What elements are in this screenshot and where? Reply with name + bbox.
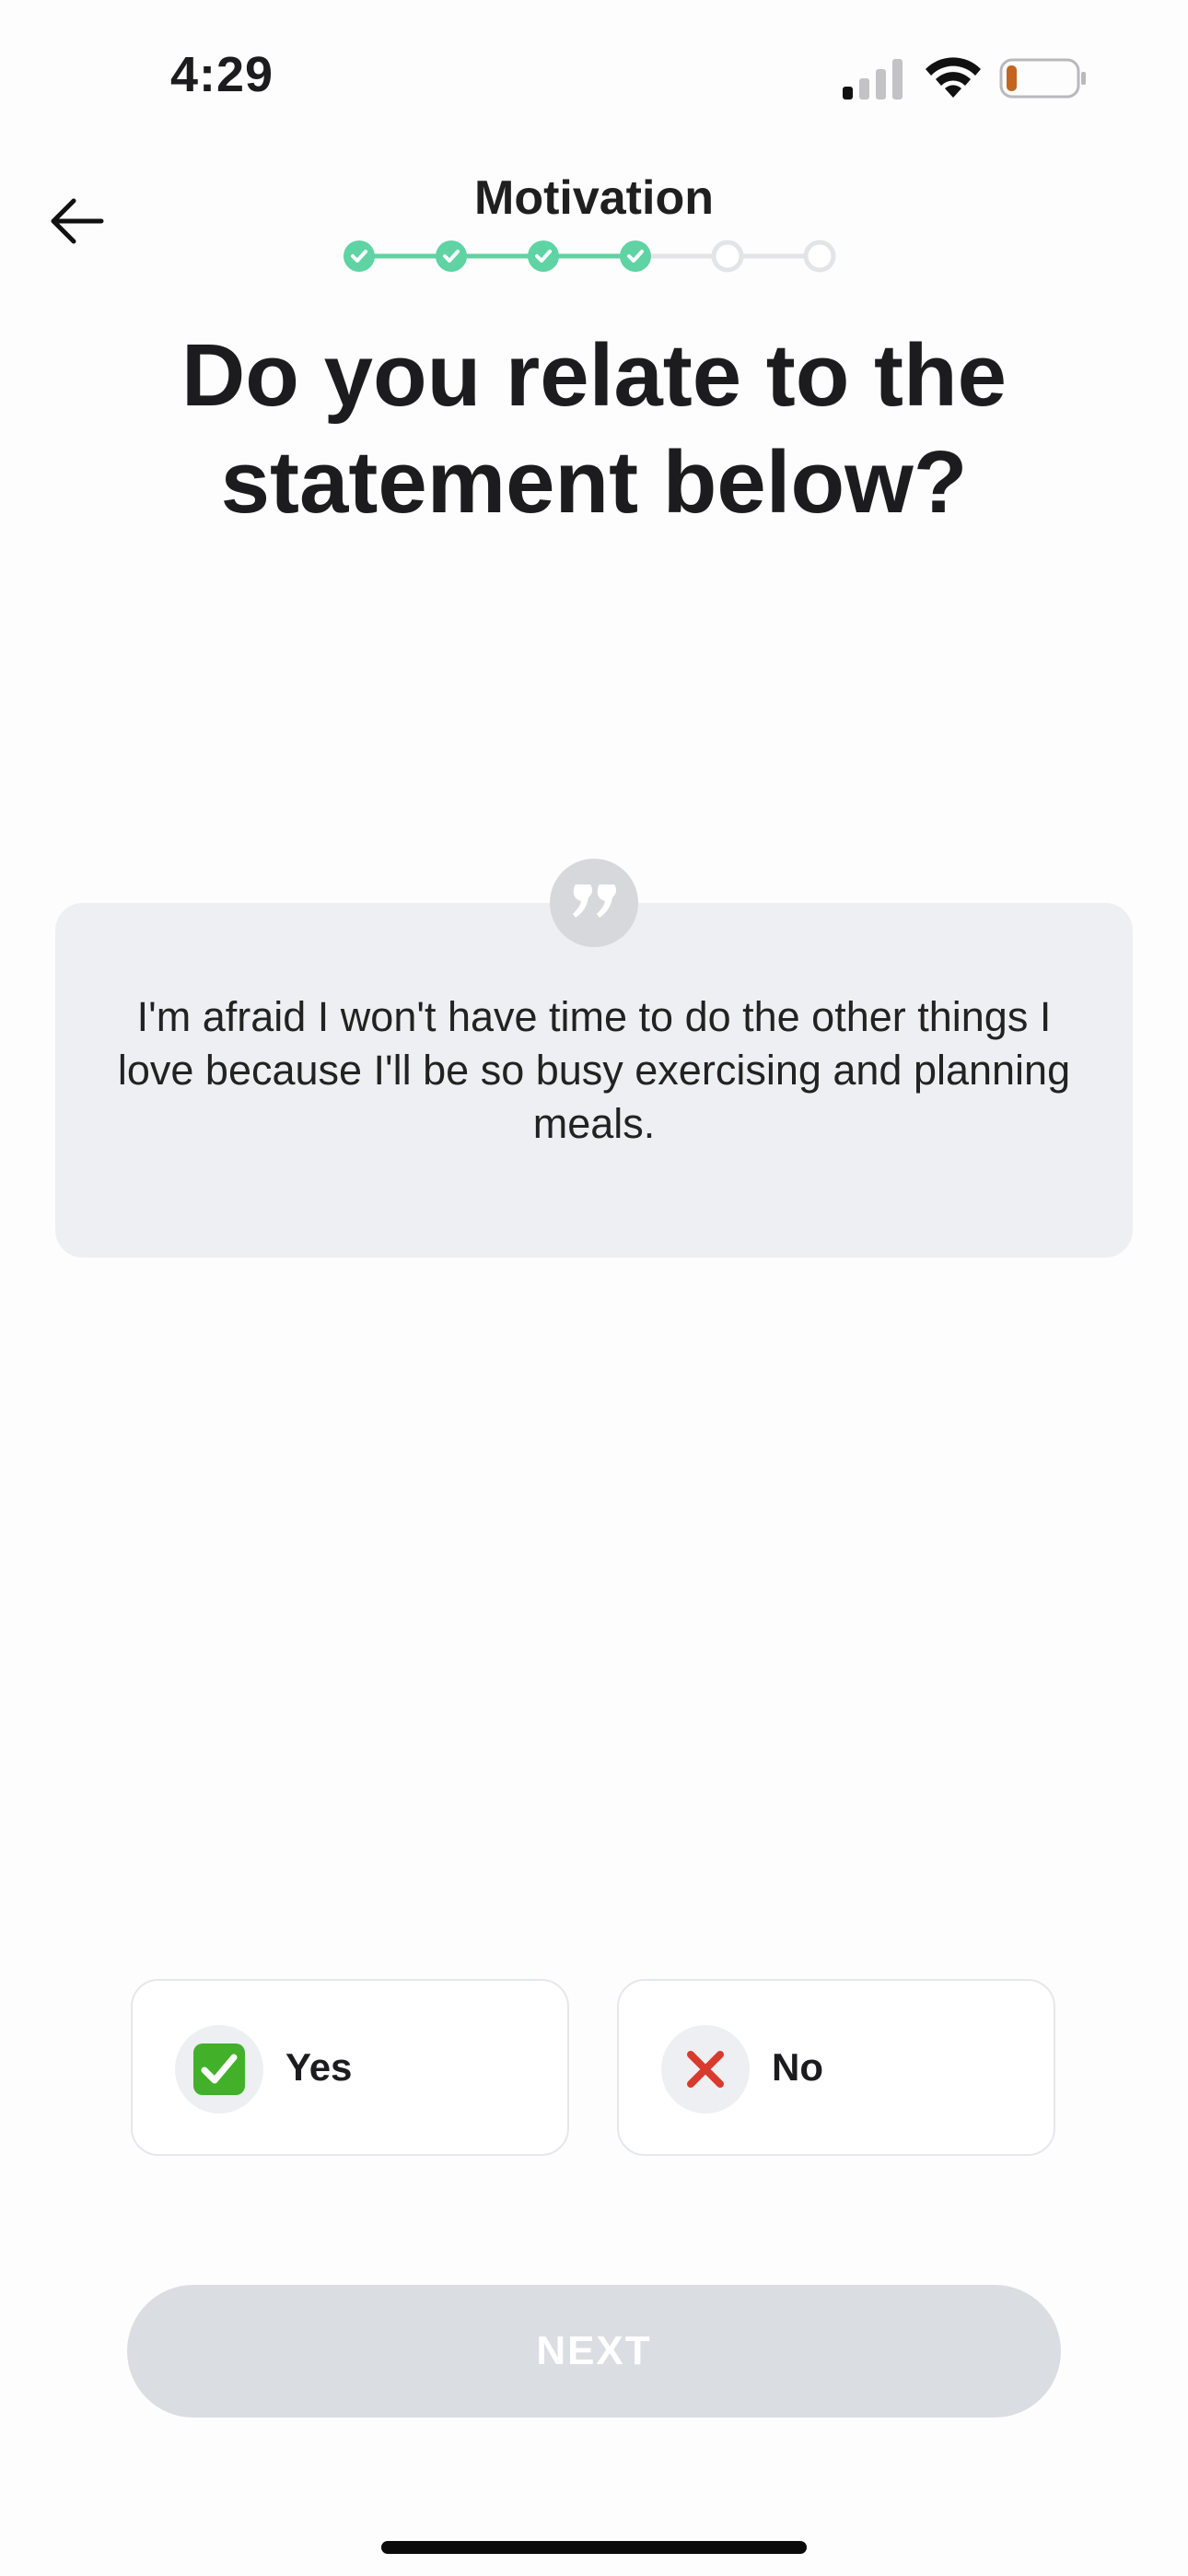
no-option-button[interactable]: No xyxy=(617,1979,1055,2156)
cellular-signal-icon xyxy=(843,59,903,100)
no-option-label: No xyxy=(772,2045,823,2089)
progress-stepper xyxy=(344,240,836,273)
statement-text: I'm afraid I won't have time to do the o… xyxy=(117,993,1071,1147)
status-time: 4:29 xyxy=(170,47,274,102)
progress-step-complete xyxy=(436,240,467,272)
progress-step-pending xyxy=(803,240,836,273)
status-bar: 4:29 xyxy=(0,0,1188,147)
progress-step-complete xyxy=(620,240,651,272)
next-button[interactable]: NEXT xyxy=(127,2285,1061,2418)
progress-step-pending xyxy=(711,240,744,273)
question-heading: Do you relate to the statement below? xyxy=(181,326,1007,532)
quote-icon xyxy=(550,859,638,947)
yes-option-label: Yes xyxy=(285,2045,353,2089)
battery-low-icon xyxy=(999,58,1086,99)
wifi-icon xyxy=(926,57,981,98)
progress-step-complete xyxy=(344,240,375,272)
progress-step-complete xyxy=(528,240,559,272)
page-title: Motivation xyxy=(474,171,714,225)
yes-option-button[interactable]: Yes xyxy=(131,1979,569,2156)
check-mark-icon xyxy=(175,2025,263,2113)
cross-mark-icon xyxy=(661,2025,750,2113)
home-indicator xyxy=(381,2541,807,2554)
